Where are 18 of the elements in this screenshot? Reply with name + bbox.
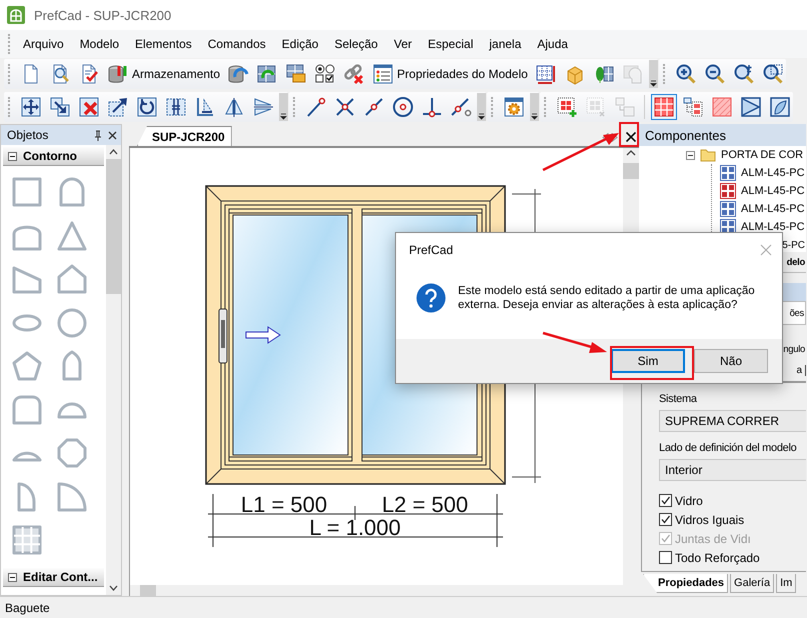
checkbox-label: Juntas de Vidı bbox=[675, 532, 751, 546]
checkbox-label: Todo Reforçado bbox=[675, 550, 760, 564]
window-title: PrefCad - SUP-JCR200 bbox=[34, 8, 172, 22]
dimension-label: L2 = 500 bbox=[382, 492, 468, 517]
dimension-label: L1 = 500 bbox=[240, 492, 328, 517]
field-label: Lado de definición del modelo bbox=[659, 442, 798, 454]
checkbox-label: Vidro bbox=[675, 494, 703, 508]
section-title: delo bbox=[786, 256, 805, 268]
panel-title: Componentes bbox=[645, 128, 726, 142]
dimension-label: L = 1.000 bbox=[309, 515, 401, 540]
dialog-message: Este modelo está sendo editado a partir de uma aplicação externa. Deseja enviar as alterações à esta aplicação? bbox=[458, 284, 756, 312]
field-label: Sistema bbox=[659, 393, 698, 405]
status-text: Baguete bbox=[5, 601, 50, 615]
column-header: a bbox=[794, 364, 806, 376]
checkbox-label: Vidros Iguais bbox=[675, 512, 744, 526]
panel-title: Objetos bbox=[7, 128, 50, 142]
row-label: ngulo bbox=[783, 344, 805, 354]
dialog-title: PrefCad bbox=[409, 243, 454, 257]
